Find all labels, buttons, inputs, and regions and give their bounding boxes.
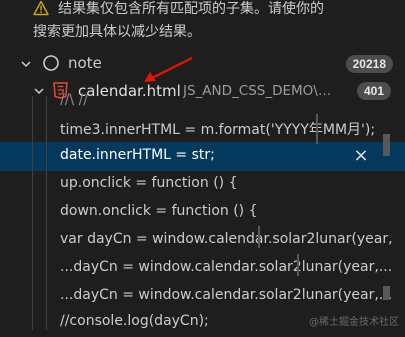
- annotation-arrow-icon: [144, 57, 193, 82]
- match-row-selected[interactable]: date.innerHTML = str; ×: [0, 142, 405, 171]
- watermark: @稀土掘金技术社区: [309, 317, 399, 328]
- chevron-down-icon[interactable]: [20, 58, 32, 70]
- overview-marker: [316, 114, 318, 144]
- match-row[interactable]: ...dayCn = window.calendar.solar2lunar(y…: [0, 254, 405, 283]
- match-row[interactable]: var dayCn = window.calendar.solar2lunar(…: [0, 226, 405, 255]
- scrollbar-marker: [383, 286, 390, 300]
- overview-marker: [258, 226, 260, 248]
- match-text: //\ //: [60, 92, 89, 108]
- dismiss-match-button[interactable]: ×: [352, 147, 370, 165]
- match-text: ...dayCn = window.calendar.solar2lunar(y…: [60, 287, 393, 303]
- folder-label: note: [68, 54, 102, 72]
- circle-outline-icon: [43, 55, 59, 71]
- match-row[interactable]: up.onclick = function () {: [0, 170, 405, 199]
- match-text: down.onclick = function () {: [60, 203, 258, 219]
- match-text: date.innerHTML = str;: [60, 147, 215, 163]
- indent-guide: [46, 96, 47, 330]
- search-limit-message: 结果集仅包含所有匹配项的子集。请使你的 搜索更加具体以减少结果。: [0, 0, 405, 40]
- match-text: up.onclick = function () {: [60, 175, 238, 191]
- search-limit-text-line2: 搜索更加具体以减少结果。: [33, 24, 201, 40]
- match-row[interactable]: //\ //: [0, 92, 405, 114]
- match-text: ...dayCn = window.calendar.solar2lunar(y…: [60, 259, 393, 275]
- match-text: var dayCn = window.calendar.solar2lunar(…: [60, 231, 393, 247]
- indent-guide: [32, 96, 33, 330]
- match-row[interactable]: time3.innerHTML = m.format('YYYY年MM月');: [0, 114, 405, 143]
- match-row[interactable]: down.onclick = function () {: [0, 198, 405, 227]
- match-row[interactable]: ...dayCn = window.calendar.solar2lunar(y…: [0, 282, 405, 311]
- match-text: time3.innerHTML = m.format('YYYY年MM月');: [60, 122, 376, 138]
- warning-triangle-icon: [33, 0, 49, 16]
- folder-match-count-badge: 20218: [345, 55, 393, 73]
- overview-marker: [297, 254, 299, 276]
- tree-folder-note[interactable]: note 20218: [0, 50, 405, 78]
- search-limit-text-line1: 结果集仅包含所有匹配项的子集。请使你的: [58, 1, 324, 17]
- scrollbar-thumb[interactable]: [383, 134, 390, 156]
